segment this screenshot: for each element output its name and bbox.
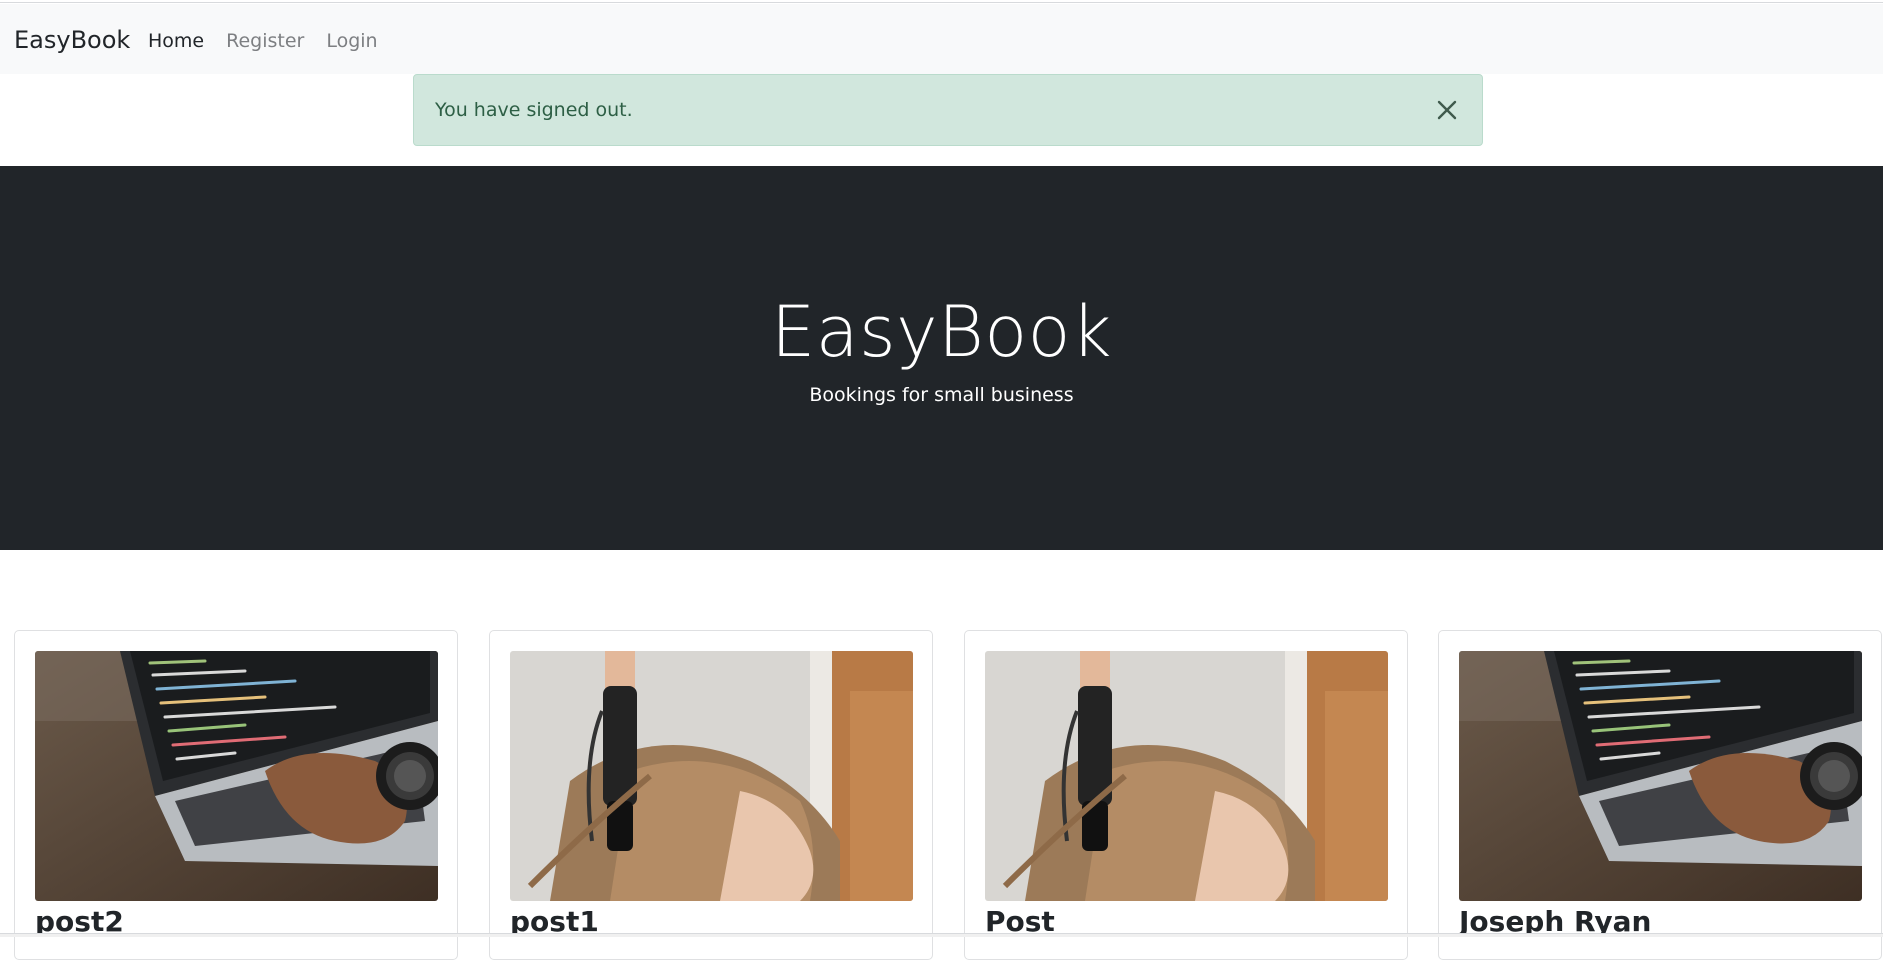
hero-banner: EasyBook Bookings for small business [0, 166, 1883, 550]
nav-link-login[interactable]: Login [326, 30, 377, 52]
window-bottom-border [0, 933, 1883, 937]
post-card[interactable]: post1 [489, 630, 933, 960]
laptop-coding-photo[interactable] [35, 651, 438, 901]
hair-curling-photo[interactable] [510, 651, 913, 901]
post-card[interactable]: Post [964, 630, 1408, 960]
close-icon[interactable] [1430, 93, 1464, 127]
post-cards: post2 post1 Post Joseph Ryan [14, 630, 1883, 960]
post-card[interactable]: post2 [14, 630, 458, 960]
laptop-coding-photo[interactable] [1459, 651, 1862, 901]
nav-links: Home Register Login [148, 30, 378, 52]
navbar: EasyBook Home Register Login [0, 4, 1883, 74]
signout-alert: You have signed out. [413, 74, 1483, 146]
nav-link-register[interactable]: Register [226, 30, 304, 52]
alert-message: You have signed out. [435, 99, 633, 121]
window-top-border [0, 0, 1883, 3]
hero-subtitle: Bookings for small business [809, 384, 1074, 406]
hair-curling-photo[interactable] [985, 651, 1388, 901]
brand-link[interactable]: EasyBook [14, 26, 130, 54]
hero-title: EasyBook [770, 291, 1113, 373]
nav-link-home[interactable]: Home [148, 30, 204, 52]
post-card[interactable]: Joseph Ryan [1438, 630, 1882, 960]
